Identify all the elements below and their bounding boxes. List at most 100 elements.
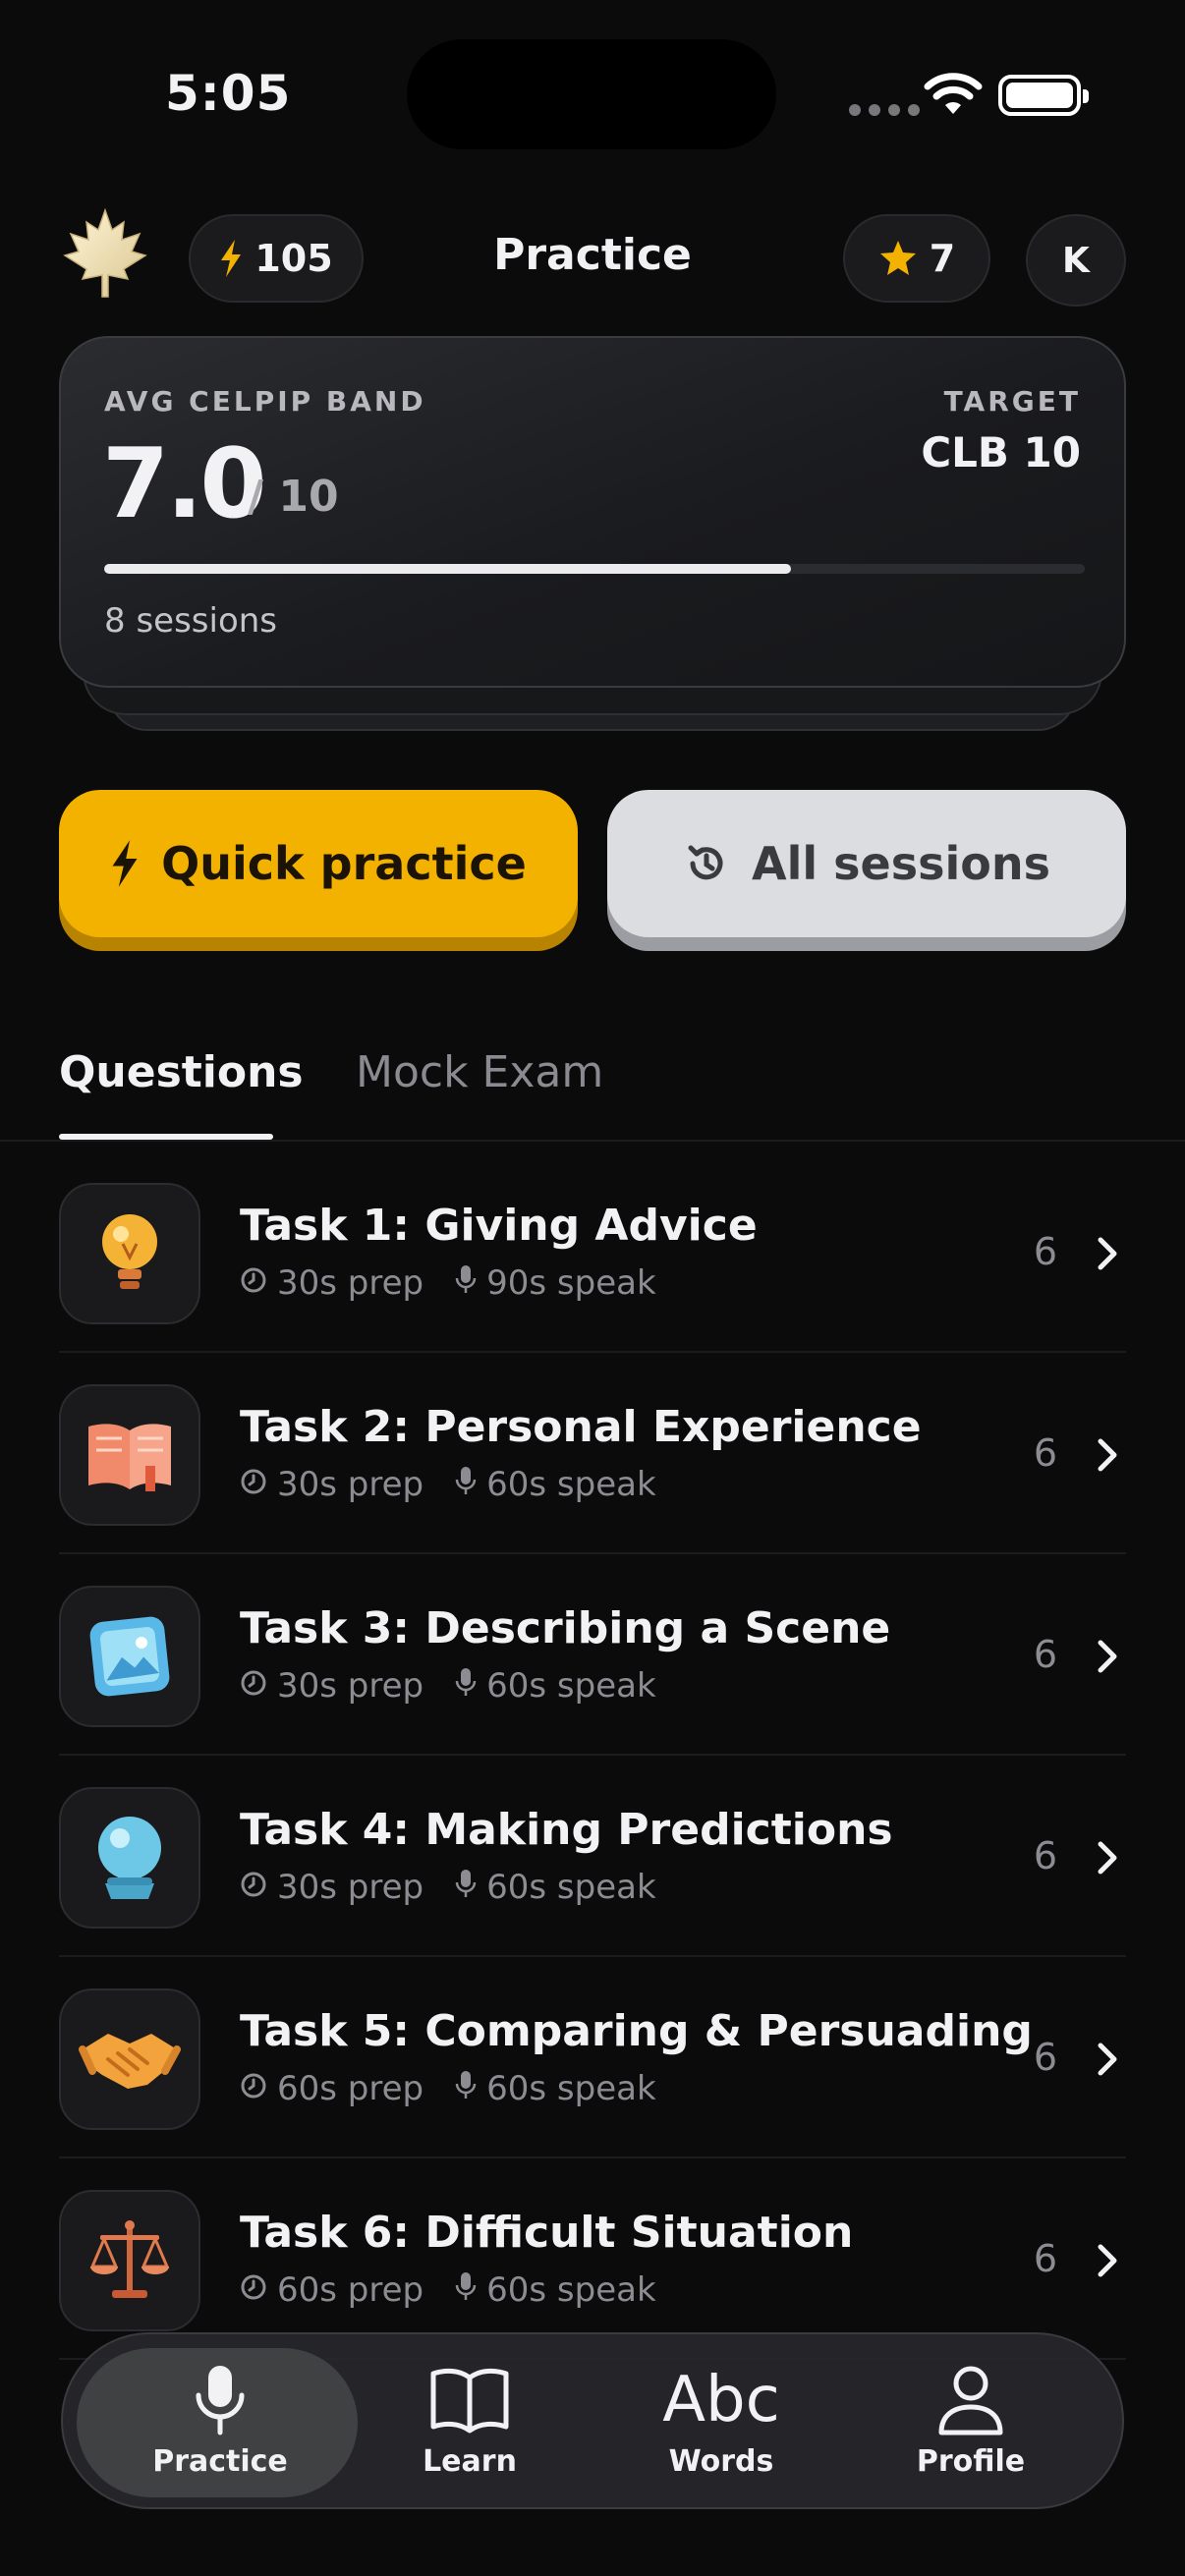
tabbar-practice-label: Practice [152,2444,288,2479]
task-row[interactable]: Task 6: Difficult Situation 60s prep 60s s… [59,2158,1126,2360]
microphone-icon [196,2366,245,2436]
task-meta: 30s prep 60s speak [240,1666,688,1706]
prep-time-label: 30s prep [277,1465,424,1504]
chevron-right-icon [1093,1435,1122,1475]
history-icon [688,845,723,880]
band-progress-fill [104,564,791,574]
microphone-icon [455,1666,477,1706]
dynamic-island [407,39,776,149]
tabbar-profile[interactable]: Profile [843,2364,1099,2479]
bottom-tab-bar: Practice Learn Abc Words Profile [61,2332,1124,2509]
target-label: TARGET [943,385,1081,418]
task-row[interactable]: Task 1: Giving Advice 30s prep 90s speak 6 [59,1151,1126,1353]
tab-questions[interactable]: Questions [59,1047,304,1097]
tabbar-learn[interactable]: Learn [342,2364,597,2479]
target-value: CLB 10 [921,428,1081,476]
speak-time-label: 60s speak [486,2270,656,2310]
speak-time-label: 60s speak [486,1465,656,1504]
speak-time: 60s speak [455,1868,656,1907]
all-sessions-label: All sessions [752,837,1050,890]
task-meta: 60s prep 60s speak [240,2270,688,2310]
chevron-right-icon [1093,1234,1122,1273]
tabbar-words[interactable]: Abc Words [593,2364,849,2479]
task-question-count: 6 [1033,1834,1057,1877]
practice-screen: 5:05 105 Practice 7 K AVG CELPIP BAND 7.… [0,0,1185,2576]
microphone-icon [455,1263,477,1303]
speak-time: 60s speak [455,2069,656,2108]
chevron-right-icon [1093,2241,1122,2280]
chevron-right-icon [1093,1838,1122,1877]
task-question-count: 6 [1033,2036,1057,2079]
task-question-count: 6 [1033,1230,1057,1273]
task-row[interactable]: Task 5: Comparing & Persuading 60s prep 60… [59,1957,1126,2158]
task-row[interactable]: Task 2: Personal Experience 30s prep 60s s… [59,1353,1126,1554]
active-tab-indicator [59,1134,273,1140]
clock-icon [240,1666,267,1706]
speak-time-label: 60s speak [486,2069,656,2108]
microphone-icon [455,2069,477,2108]
status-bar: 5:05 [0,0,1185,187]
person-icon [938,2366,1003,2436]
cellular-signal-icon [849,104,920,116]
task-title: Task 3: Describing a Scene [240,1603,891,1653]
prep-time-label: 30s prep [277,1666,424,1706]
clock-icon [240,1868,267,1907]
speak-time-label: 90s speak [486,1263,656,1303]
task-meta: 30s prep 90s speak [240,1263,688,1303]
book-open-icon [430,2368,509,2434]
clock-icon [240,1465,267,1504]
page-title: Practice [493,230,692,280]
lightbulb-icon [59,1183,200,1324]
task-meta: 60s prep 60s speak [240,2069,688,2108]
top-bar: 105 Practice 7 K [0,206,1185,307]
quick-practice-label: Quick practice [161,837,527,890]
band-progress-bar [104,564,1085,574]
clock-icon [240,2270,267,2310]
prep-time: 30s prep [240,1465,423,1504]
all-sessions-button[interactable]: All sessions [607,790,1126,937]
prep-time: 60s prep [240,2270,423,2310]
picture-icon [59,1586,200,1727]
tab-mock-exam[interactable]: Mock Exam [356,1047,603,1097]
tabbar-learn-label: Learn [423,2444,517,2479]
task-title: Task 2: Personal Experience [240,1402,922,1452]
avatar[interactable]: K [1026,214,1126,307]
prep-time: 30s prep [240,1263,423,1303]
microphone-icon [455,2270,477,2310]
clock-icon [240,2069,267,2108]
status-time: 5:05 [165,65,292,122]
task-row[interactable]: Task 3: Describing a Scene 30s prep 60s sp… [59,1554,1126,1756]
task-title: Task 6: Difficult Situation [240,2208,854,2258]
stars-count: 7 [929,237,956,280]
book-icon [59,1384,200,1526]
task-meta: 30s prep 60s speak [240,1868,688,1907]
task-meta: 30s prep 60s speak [240,1465,688,1504]
speak-time: 60s speak [455,1465,656,1504]
task-title: Task 4: Making Predictions [240,1805,893,1855]
sessions-count: 8 sessions [104,601,278,641]
battery-icon [998,75,1089,116]
quick-practice-button[interactable]: Quick practice [59,790,578,937]
band-value: 7.0 [102,428,267,540]
task-list: Task 1: Giving Advice 30s prep 90s speak 6 T… [0,1151,1185,2360]
handshake-icon [59,1988,200,2130]
task-question-count: 6 [1033,1633,1057,1676]
lightning-icon [112,840,138,887]
prep-time: 30s prep [240,1666,423,1706]
task-row[interactable]: Task 4: Making Predictions 30s prep 60s sp… [59,1756,1126,1957]
speak-time: 90s speak [455,1263,656,1303]
abc-icon: Abc [662,2364,780,2436]
tabbar-practice[interactable]: Practice [92,2364,348,2479]
segment-tabs: Questions Mock Exam [0,1032,1185,1142]
tabbar-words-label: Words [668,2444,774,2479]
microphone-icon [455,1465,477,1504]
prep-time: 60s prep [240,2069,423,2108]
band-score-card[interactable]: AVG CELPIP BAND 7.0 / 10 TARGET CLB 10 8… [59,336,1126,688]
speak-time: 60s speak [455,2270,656,2310]
prep-time-label: 60s prep [277,2069,424,2108]
star-icon [879,241,916,275]
task-question-count: 6 [1033,2237,1057,2280]
task-title: Task 5: Comparing & Persuading [240,2006,1033,2056]
prep-time-label: 30s prep [277,1868,424,1907]
stars-pill[interactable]: 7 [843,214,990,303]
